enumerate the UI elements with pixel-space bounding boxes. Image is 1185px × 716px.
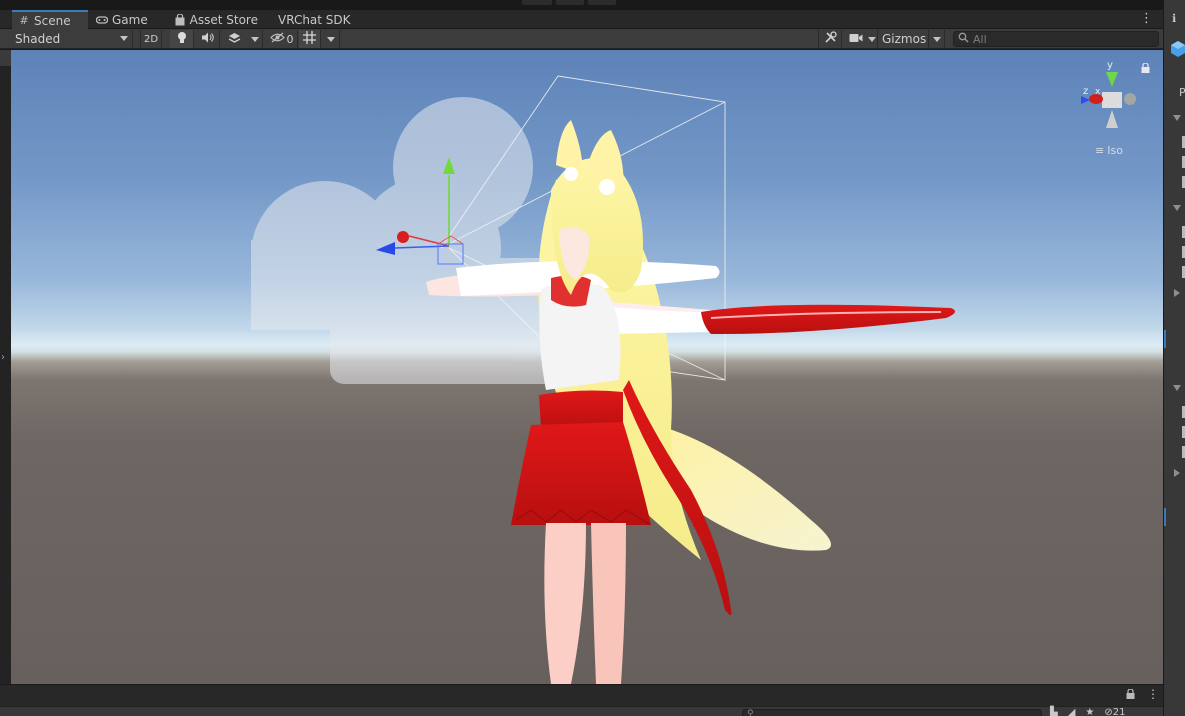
projection-label: Iso	[1107, 144, 1123, 157]
gizmos-button[interactable]: Gizmos	[879, 30, 929, 48]
tab-asset-store[interactable]: Asset Store	[168, 10, 264, 29]
filter-by-type-icon[interactable]: ▙	[1050, 707, 1058, 716]
chevron-right-icon[interactable]	[1174, 469, 1180, 477]
inspector-panel-edge: ℹ P	[1163, 0, 1185, 716]
chevron-down-icon[interactable]	[1173, 115, 1181, 121]
tab-game[interactable]: Game	[90, 10, 166, 29]
shopping-bag-icon	[174, 13, 186, 26]
scene-viewport[interactable]: y z x ≡ Iso	[11, 50, 1163, 684]
title-strip-block	[556, 0, 584, 5]
search-placeholder: All	[973, 32, 987, 46]
prefab-cube-icon	[1170, 40, 1185, 61]
hidden-objects-toggle[interactable]: 0	[266, 30, 298, 48]
chevron-down-icon	[120, 36, 128, 41]
chevron-down-icon[interactable]	[1173, 205, 1181, 211]
camera-settings-button[interactable]	[845, 30, 867, 48]
gizmos-label: Gizmos	[882, 32, 927, 46]
title-strip-block	[522, 0, 552, 5]
speaker-icon	[201, 32, 214, 46]
lock-icon[interactable]	[1126, 688, 1135, 702]
gizmos-dropdown-button[interactable]	[929, 30, 945, 48]
eye-slash-icon: ⊘	[1104, 707, 1113, 716]
leg-right	[591, 523, 626, 684]
title-strip-block	[588, 0, 616, 5]
bottom-toolbar-icons: ▙ ◢ ★ ⊘21	[1050, 707, 1126, 716]
effects-toggle-button[interactable]	[221, 30, 247, 48]
grid-icon: #	[19, 14, 29, 27]
selection-marker	[1164, 330, 1166, 348]
scene-render: y z x	[251, 60, 1136, 684]
projection-toggle[interactable]: ≡ Iso	[1095, 144, 1123, 157]
more-options-icon[interactable]: ⋮	[1140, 11, 1153, 27]
camera-dropdown-button[interactable]	[866, 30, 878, 48]
wrench-icon	[824, 31, 837, 47]
grid-toggle-button[interactable]	[299, 30, 321, 48]
label-tag-icon[interactable]: ◢	[1068, 707, 1076, 716]
tab-label: Asset Store	[189, 12, 258, 27]
leg-left	[544, 523, 586, 684]
eye-slash-icon	[269, 32, 285, 46]
scene-toolbar: Shaded 2D 0 Gizmos All	[0, 29, 1163, 49]
2d-toggle-button[interactable]: 2D	[140, 30, 162, 48]
visibility-toggle[interactable]: ⊘21	[1104, 707, 1125, 716]
chevron-down-icon[interactable]	[1173, 385, 1181, 391]
chevron-right-icon[interactable]: ›	[1, 352, 5, 363]
shading-mode-value: Shaded	[15, 32, 61, 46]
bottom-search-input[interactable]: ⚲	[742, 709, 1042, 716]
chevron-down-icon	[867, 36, 876, 42]
hair-front	[551, 158, 643, 295]
panel-letter: P	[1179, 86, 1185, 99]
chevron-down-icon	[932, 36, 941, 42]
star-icon[interactable]: ★	[1085, 707, 1094, 716]
effects-dropdown-button[interactable]	[247, 30, 263, 48]
chevron-down-icon	[326, 36, 335, 42]
lock-icon[interactable]	[1141, 62, 1150, 76]
shading-mode-dropdown[interactable]: Shaded	[11, 30, 133, 48]
menu-lines-icon: ≡	[1095, 144, 1105, 157]
audio-toggle-button[interactable]	[195, 30, 220, 48]
gamepad-icon	[96, 14, 108, 26]
left-panel-highlight	[0, 50, 11, 66]
title-strip	[0, 0, 1185, 10]
search-icon: ⚲	[747, 709, 754, 716]
chevron-right-icon[interactable]	[1174, 289, 1180, 297]
camera-icon	[849, 33, 863, 46]
cuff-right	[701, 304, 955, 335]
selection-marker	[1164, 508, 1166, 526]
search-icon	[958, 32, 969, 46]
more-options-icon[interactable]: ⋮	[1147, 687, 1159, 701]
2d-toggle-label: 2D	[143, 33, 159, 45]
layers-icon	[228, 32, 241, 47]
scene-search-input[interactable]: All	[953, 31, 1159, 47]
tab-label: VRChat SDK	[278, 12, 351, 27]
grid-icon	[303, 31, 316, 47]
ear-left	[556, 120, 583, 175]
bottom-panel: ⋮ ⚲ ▙ ◢ ★ ⊘21	[0, 684, 1163, 716]
lightbulb-icon	[177, 31, 187, 47]
tools-button[interactable]	[818, 30, 842, 48]
tab-label: Game	[112, 12, 148, 27]
gizmo-z-label: z	[1083, 86, 1088, 97]
grid-dropdown-button[interactable]	[322, 30, 340, 48]
hidden-count: 0	[286, 32, 294, 46]
tab-vrchat-sdk[interactable]: VRChat SDK	[272, 10, 362, 29]
visibility-count: 21	[1112, 707, 1126, 716]
info-icon[interactable]: ℹ	[1172, 12, 1176, 25]
gizmo-y-label: y	[1107, 60, 1113, 71]
window-tab-bar: # Scene Game Asset Store VRChat SDK ⋮	[0, 10, 1163, 29]
lighting-toggle-button[interactable]	[170, 30, 194, 48]
tab-label: Scene	[34, 13, 71, 28]
gizmo-x-label: x	[1095, 87, 1101, 97]
orientation-gizmo	[1081, 72, 1136, 128]
chevron-down-icon	[250, 36, 259, 42]
left-panel-edge: ›	[0, 50, 11, 684]
tab-scene[interactable]: # Scene	[12, 10, 88, 29]
